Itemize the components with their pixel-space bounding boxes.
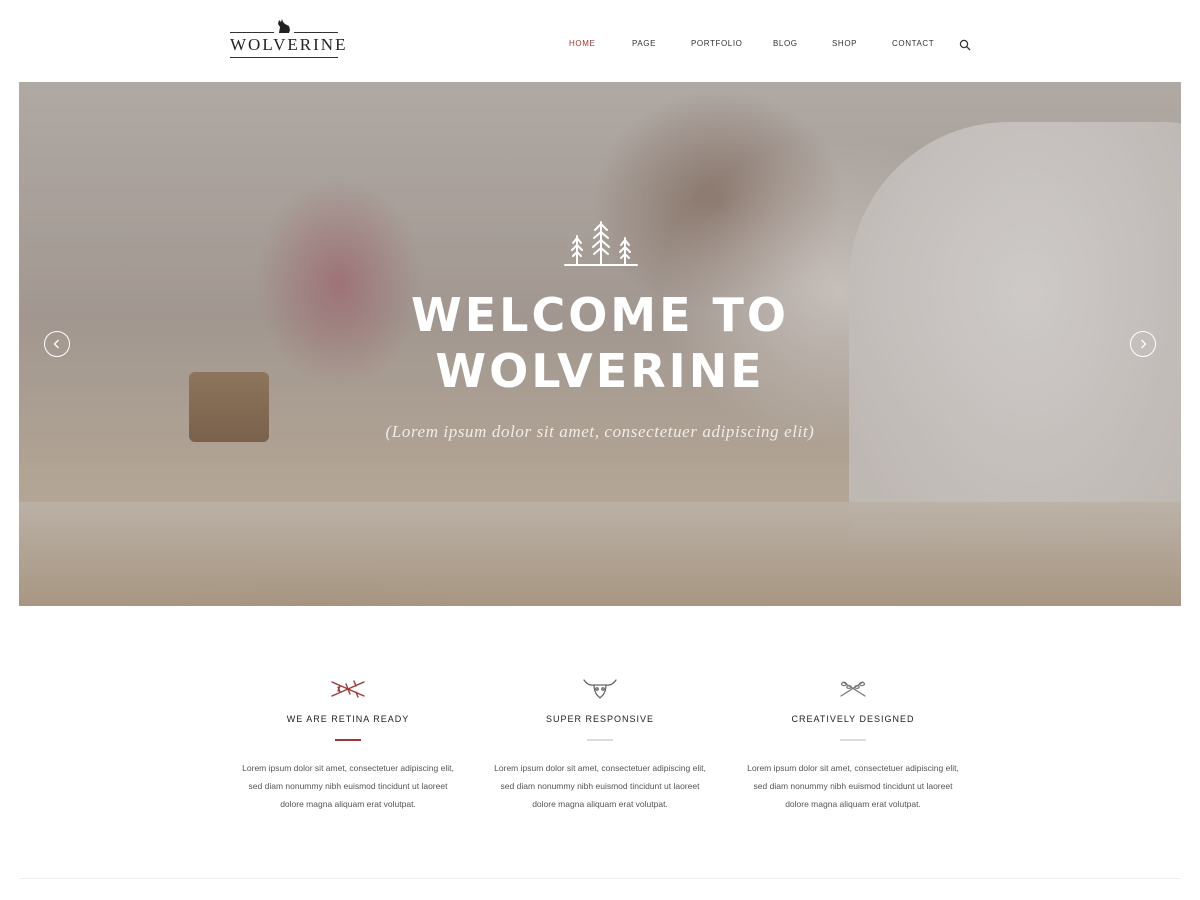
bull-skull-icon xyxy=(583,679,617,699)
feature-text-line: sed diam nonummy nibh euismod tincidunt … xyxy=(753,781,953,791)
nav-item-shop[interactable]: SHOP xyxy=(832,39,857,48)
branch-icon xyxy=(331,680,365,698)
search-icon[interactable] xyxy=(959,39,971,51)
feature-text: Lorem ipsum dolor sit amet, consectetuer… xyxy=(480,759,720,813)
feature-divider xyxy=(840,739,866,741)
chevron-right-icon xyxy=(1141,339,1147,349)
nav-item-contact[interactable]: CONTACT xyxy=(892,39,934,48)
hero-slider: WELCOME TO WOLVERINE (Lorem ipsum dolor … xyxy=(19,82,1181,606)
feature-title: CREATIVELY DESIGNED xyxy=(791,714,915,724)
feature-text: Lorem ipsum dolor sit amet, consectetuer… xyxy=(228,759,468,813)
logo-rule-left xyxy=(230,32,274,33)
slider-prev-button[interactable] xyxy=(44,331,70,357)
feature-text-line: sed diam nonummy nibh euismod tincidunt … xyxy=(500,781,700,791)
feature-text-line: dolore magna aliquam erat volutpat. xyxy=(532,799,668,809)
feature-text-line: Lorem ipsum dolor sit amet, consectetuer… xyxy=(242,763,454,773)
slider-next-button[interactable] xyxy=(1130,331,1156,357)
chevron-left-icon xyxy=(53,339,59,349)
feature-divider xyxy=(335,739,361,741)
feature-text-line: sed diam nonummy nibh euismod tincidunt … xyxy=(248,781,448,791)
hero-title-line-1: WELCOME TO xyxy=(410,288,790,342)
nav-item-home[interactable]: HOME xyxy=(569,39,595,48)
feature-text: Lorem ipsum dolor sit amet, consectetuer… xyxy=(733,759,973,813)
section-divider xyxy=(19,878,1181,879)
logo-rule-right xyxy=(294,32,338,33)
logo-text: WOLVERINE xyxy=(230,35,348,54)
nav-item-blog[interactable]: BLOG xyxy=(773,39,798,48)
hero-subtitle: (Lorem ipsum dolor sit amet, consectetue… xyxy=(385,422,815,441)
feature-creative: CREATIVELY DESIGNED Lorem ipsum dolor si… xyxy=(733,676,973,813)
feature-retina: WE ARE RETINA READY Lorem ipsum dolor si… xyxy=(228,676,468,813)
feature-divider xyxy=(587,739,613,741)
wolf-icon xyxy=(278,19,290,33)
feature-title: WE ARE RETINA READY xyxy=(286,714,410,724)
nav-item-page[interactable]: PAGE xyxy=(632,39,656,48)
feature-text-line: Lorem ipsum dolor sit amet, consectetuer… xyxy=(747,763,959,773)
hero-title: WELCOME TO WOLVERINE xyxy=(19,287,1181,399)
feature-text-line: Lorem ipsum dolor sit amet, consectetuer… xyxy=(494,763,706,773)
leaves-icon xyxy=(840,681,866,697)
site-header: WOLVERINE HOME PAGE PORTFOLIO BLOG SHOP … xyxy=(0,0,1200,82)
feature-responsive: SUPER RESPONSIVE Lorem ipsum dolor sit a… xyxy=(480,676,720,813)
nav-item-portfolio[interactable]: PORTFOLIO xyxy=(691,39,742,48)
logo-rule-bottom xyxy=(230,57,338,58)
feature-title: SUPER RESPONSIVE xyxy=(545,714,655,724)
hero-title-line-2: WOLVERINE xyxy=(435,344,765,398)
feature-text-line: dolore magna aliquam erat volutpat. xyxy=(785,799,921,809)
trees-icon xyxy=(564,221,638,266)
logo[interactable]: WOLVERINE xyxy=(230,18,348,60)
feature-text-line: dolore magna aliquam erat volutpat. xyxy=(280,799,416,809)
